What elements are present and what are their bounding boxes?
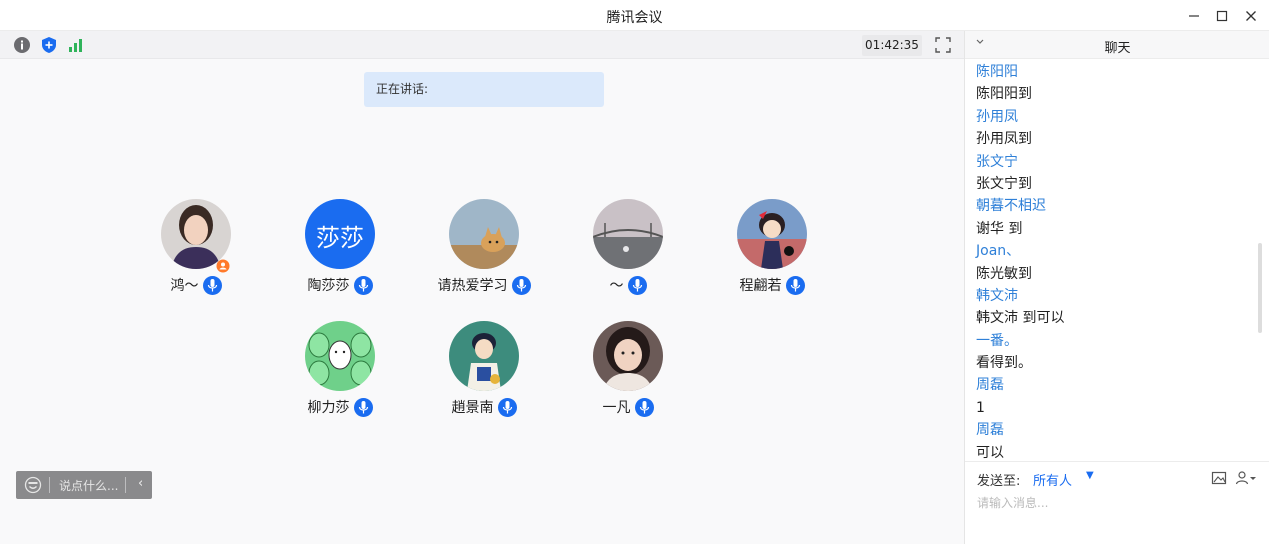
meeting-timer: 01:42:35 — [862, 35, 922, 56]
microphone-icon — [353, 275, 373, 295]
message-sender: 陈阳阳 — [976, 64, 1018, 80]
message-composer: 发送至: 所有人 ▼ 请输入消息... — [965, 461, 1269, 544]
host-icon — [216, 259, 230, 273]
quick-chat-input[interactable]: 说点什么... — [59, 477, 118, 494]
close-button[interactable] — [1241, 6, 1261, 26]
microphone-icon — [353, 397, 373, 417]
fullscreen-icon[interactable] — [934, 36, 952, 54]
chat-panel: 聊天 陈阳阳陈阳阳到孙用凤孙用凤到张文宁张文宁到朝暮不相迟谢华 到 Joan、陈光… — [964, 31, 1269, 544]
participant-name: 程翩若 — [739, 278, 782, 294]
title-bar: 腾讯会议 — [0, 0, 1269, 31]
microphone-icon — [634, 397, 654, 417]
message-input[interactable]: 请输入消息... — [977, 494, 1048, 511]
scrollbar[interactable] — [1258, 243, 1262, 333]
avatar — [593, 199, 663, 269]
message-sender: 张文宁 — [976, 153, 1018, 170]
message-text: 张文宁到 — [976, 175, 1032, 192]
close-icon — [1246, 11, 1256, 21]
message-text: 1 — [976, 399, 985, 416]
maximize-icon — [1216, 10, 1228, 22]
message-sender: 韩文沛 — [976, 287, 1018, 304]
meeting-window: 腾讯会议 01:42:35 正在讲话: 鸿～ 莎莎 陶莎莎 请热爱学习 ～ 程翩… — [0, 0, 1269, 544]
participant-tile[interactable]: 请热爱学习 — [414, 199, 554, 309]
video-stage: 正在讲话: 鸿～ 莎莎 陶莎莎 请热爱学习 ～ 程翩若 柳力莎 趙景南 一凡 说… — [0, 59, 964, 544]
participant-tile[interactable]: 一凡 — [558, 321, 698, 431]
participant-tile[interactable]: 莎莎 陶莎莎 — [270, 199, 410, 309]
participant-name: 请热爱学习 — [437, 278, 508, 294]
info-icon[interactable] — [13, 36, 31, 54]
message-sender: 孙用凤 — [976, 108, 1018, 125]
participant-name: 一凡 — [602, 400, 631, 416]
participant-name: 趙景南 — [451, 400, 494, 416]
message-list: 陈阳阳陈阳阳到孙用凤孙用凤到张文宁张文宁到朝暮不相迟谢华 到 Joan、陈光敏到韩… — [976, 61, 1261, 464]
microphone-icon — [202, 275, 222, 295]
message-text: 谢华 到 — [976, 220, 1023, 237]
participant-tile[interactable]: 程翩若 — [702, 199, 842, 309]
participant-select-icon[interactable] — [1235, 470, 1257, 486]
image-icon[interactable] — [1211, 470, 1227, 486]
participant-tile[interactable]: 趙景南 — [414, 321, 554, 431]
avatar — [593, 321, 663, 391]
chevron-left-icon[interactable]: ‹ — [138, 476, 143, 491]
avatar — [305, 321, 375, 391]
signal-icon[interactable] — [67, 36, 85, 54]
chat-title: 聊天 — [1104, 41, 1131, 56]
avatar: 莎莎 — [305, 199, 375, 269]
participant-name: ～ — [609, 278, 624, 294]
microphone-icon — [627, 275, 647, 295]
message-text: 看得到。 — [976, 355, 1032, 372]
participant-tile[interactable]: 柳力莎 — [270, 321, 410, 431]
minimize-icon — [1189, 15, 1199, 17]
emoji-icon[interactable] — [24, 476, 42, 494]
message-sender: Joan、 — [976, 243, 1021, 260]
window-title: 腾讯会议 — [606, 10, 663, 26]
chat-panel-header: 聊天 — [965, 31, 1269, 59]
message-sender: 朝暮不相迟 — [976, 198, 1046, 215]
participant-name: 鸿～ — [170, 278, 199, 294]
message-text: 陈光敏到 — [976, 265, 1032, 282]
message-text: 陈阳阳到 — [976, 86, 1032, 103]
message-sender: 一番。 — [976, 332, 1018, 349]
speaking-indicator: 正在讲话: — [364, 72, 604, 107]
avatar-text: 莎莎 — [316, 224, 364, 252]
participant-name: 陶莎莎 — [307, 278, 350, 294]
recipient-dropdown[interactable]: 所有人 — [1033, 470, 1072, 489]
message-sender: 周磊 — [976, 377, 1004, 394]
shield-icon[interactable] — [40, 36, 58, 54]
maximize-button[interactable] — [1212, 6, 1232, 26]
avatar — [449, 199, 519, 269]
participant-name: 柳力莎 — [307, 400, 350, 416]
message-sender: 周磊 — [976, 422, 1004, 439]
microphone-icon — [497, 397, 517, 417]
send-to-label: 发送至: — [977, 474, 1021, 489]
microphone-icon — [785, 275, 805, 295]
participant-tile[interactable]: ～ — [558, 199, 698, 309]
participant-tile[interactable]: 鸿～ — [126, 199, 266, 309]
avatar — [449, 321, 519, 391]
avatar — [737, 199, 807, 269]
message-text: 孙用凤到 — [976, 131, 1032, 148]
microphone-icon — [511, 275, 531, 295]
message-text: 韩文沛 到可以 — [976, 310, 1065, 327]
quick-chat-bar[interactable]: 说点什么... ‹ — [16, 471, 152, 499]
caret-down-icon[interactable]: ▼ — [1086, 470, 1094, 481]
minimize-button[interactable] — [1184, 6, 1204, 26]
meeting-toolbar: 01:42:35 — [0, 31, 964, 59]
